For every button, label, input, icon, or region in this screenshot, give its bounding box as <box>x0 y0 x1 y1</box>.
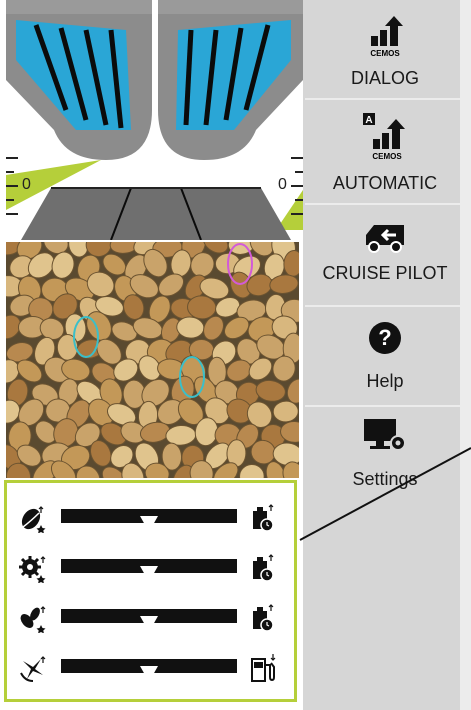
slider-row-threshing <box>7 547 294 587</box>
menu-label-settings: Settings <box>352 469 418 489</box>
grain-quality-priority-icon <box>21 506 46 533</box>
menu-item-dialog[interactable]: CEMOS DIALOG <box>305 0 465 100</box>
menu-item-settings[interactable]: Settings <box>305 407 465 507</box>
slider-row-grain-quality <box>7 497 294 537</box>
menu-item-cruise-pilot[interactable]: CRUISE PILOT <box>305 207 465 307</box>
grain-kernels-graphic <box>6 242 299 478</box>
cruise-pilot-icon <box>366 225 404 253</box>
slider-row-straw-quality <box>7 597 294 637</box>
threshing-slider-track[interactable] <box>61 559 237 582</box>
menu-label-dialog: DIALOG <box>350 68 420 88</box>
combine-header-scene: 0 0 <box>6 0 303 240</box>
settings-icon <box>364 419 406 451</box>
automatic-badge-letter: A <box>365 115 372 126</box>
grain-camera-image <box>6 242 299 478</box>
menu-label-automatic: AUTOMATIC <box>332 173 438 193</box>
straw-quality-slider-thumb[interactable] <box>140 616 158 632</box>
menu-item-help[interactable]: ? Help <box>305 307 465 407</box>
menu-label-cruise-pilot: CRUISE PILOT <box>322 263 448 283</box>
weight-time-icon <box>253 554 274 582</box>
slider-row-cleaning-losses <box>7 647 294 687</box>
threshing-slider-thumb[interactable] <box>140 566 158 582</box>
grain-quality-slider-track[interactable] <box>61 509 237 532</box>
right-height-indicator: 0 <box>278 176 287 193</box>
header-view-graphic <box>6 0 303 240</box>
weight-time-icon <box>253 504 274 532</box>
right-edge-strip <box>460 0 471 710</box>
grain-quality-slider-thumb[interactable] <box>140 516 158 532</box>
fuel-consumption-icon <box>251 654 276 682</box>
cemos-caption: CEMOS <box>372 152 402 161</box>
left-display-area: 0 0 <box>0 0 303 710</box>
cleaning-losses-slider-thumb[interactable] <box>140 666 158 682</box>
cemos-automatic-icon: A CEMOS <box>363 113 405 161</box>
cleaning-losses-slider-track[interactable] <box>61 659 237 682</box>
straw-quality-slider-track[interactable] <box>61 609 237 632</box>
cemos-dialog-icon: CEMOS <box>370 16 403 58</box>
menu-item-automatic[interactable]: A CEMOS AUTOMATIC <box>305 105 465 205</box>
straw-quality-priority-icon <box>20 606 46 633</box>
cemos-caption: CEMOS <box>370 49 400 58</box>
help-icon: ? <box>369 322 401 354</box>
menu-label-help: Help <box>366 371 404 391</box>
help-glyph: ? <box>378 325 391 350</box>
priority-sliders-panel <box>4 480 297 702</box>
threshing-priority-icon <box>19 556 46 583</box>
weight-time-icon <box>253 604 274 632</box>
right-menu-panel: CEMOS DIALOG A CEMOS AUTOMATIC CRUISE PI… <box>305 0 471 710</box>
left-height-indicator: 0 <box>22 176 31 193</box>
cleaning-loss-priority-icon <box>20 656 46 682</box>
